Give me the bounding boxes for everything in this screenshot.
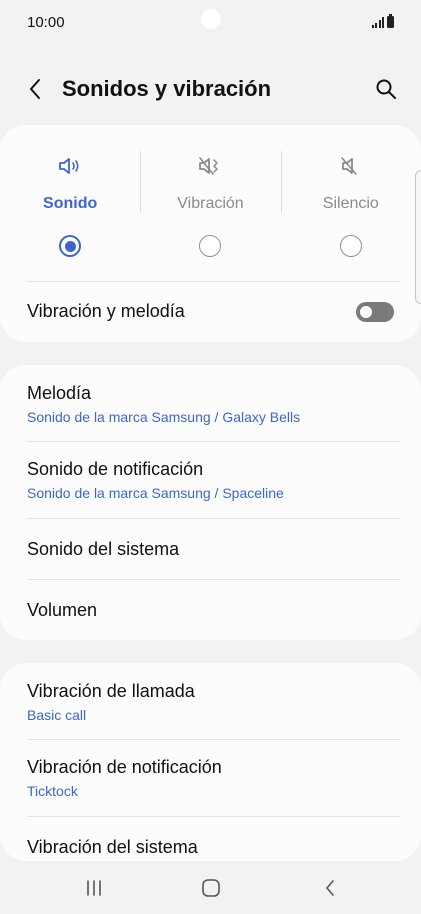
system-icons	[371, 14, 394, 28]
speaker-icon	[59, 158, 79, 174]
setting-title: Vibración de notificación	[27, 757, 222, 777]
setting-title: Melodía	[27, 383, 92, 403]
home-button[interactable]	[197, 876, 225, 900]
setting-subtitle: Basic call	[27, 707, 87, 723]
setting-subtitle: Sonido de la marca Samsung / Galaxy Bell…	[27, 409, 301, 425]
recent-apps-icon	[87, 880, 101, 896]
setting-subtitle: Sonido de la marca Samsung / Spaceline	[27, 485, 284, 501]
app-header: Sonidos y vibración	[0, 66, 421, 112]
signal-icon	[371, 17, 384, 28]
settings-item-ringtone[interactable]: Melodía Sonido de la marca Samsung / Gal…	[0, 365, 421, 441]
setting-title: Sonido de notificación	[27, 459, 204, 479]
setting-subtitle: Ticktock	[27, 783, 78, 799]
chevron-left-icon	[30, 79, 40, 99]
sound-mode-vibrate[interactable]: Vibración	[140, 151, 280, 261]
settings-item-system-vibration[interactable]: Vibración del sistema	[0, 817, 421, 861]
back-nav-button[interactable]	[316, 876, 344, 900]
search-button[interactable]	[373, 76, 399, 102]
scrollbar[interactable]	[415, 170, 421, 304]
search-icon	[376, 79, 396, 99]
front-camera-cutout	[201, 9, 221, 29]
sound-settings-card: Melodía Sonido de la marca Samsung / Gal…	[0, 365, 421, 640]
sound-mode-selector: Sonido Vibración Silencio	[0, 151, 421, 261]
vibrate-and-ring-toggle[interactable]	[356, 302, 394, 322]
setting-title: Sonido del sistema	[27, 539, 180, 559]
recent-apps-button[interactable]	[80, 876, 108, 900]
setting-title: Vibración de llamada	[27, 681, 195, 701]
sound-mode-card: Sonido Vibración Silencio Vibración y me…	[0, 125, 421, 342]
settings-item-system-sound[interactable]: Sonido del sistema	[0, 519, 421, 579]
settings-item-notification-sound[interactable]: Sonido de notificación Sonido de la marc…	[0, 442, 421, 518]
settings-item-volume[interactable]: Volumen	[0, 580, 421, 640]
sound-mode-sound[interactable]: Sonido	[0, 151, 140, 261]
page-title: Sonidos y vibración	[62, 76, 272, 101]
status-time: 10:00	[27, 14, 65, 31]
setting-title: Vibración y melodía	[27, 301, 185, 321]
status-bar: 10:00	[0, 0, 421, 46]
setting-title: Volumen	[27, 600, 98, 620]
settings-item-call-vibration[interactable]: Vibración de llamada Basic call	[0, 663, 421, 739]
sound-mode-radio[interactable]	[59, 235, 82, 257]
mode-divider	[281, 151, 282, 213]
vibrate-and-ring-row[interactable]: Vibración y melodía	[0, 282, 421, 342]
sound-mode-radio[interactable]	[339, 235, 362, 257]
sound-mode-label: Sonido	[43, 195, 98, 212]
back-button[interactable]	[22, 76, 48, 102]
sound-mode-label: Vibración	[177, 195, 244, 212]
sound-mode-radio[interactable]	[199, 235, 222, 257]
battery-icon	[387, 14, 394, 28]
mode-divider	[140, 151, 141, 213]
chevron-left-icon	[326, 880, 334, 896]
setting-title: Vibración del sistema	[27, 837, 198, 857]
sound-mode-label: Silencio	[322, 195, 379, 212]
sound-mode-silent[interactable]: Silencio	[281, 151, 421, 261]
vibrate-mute-icon	[199, 157, 219, 175]
navigation-bar	[0, 862, 421, 914]
home-icon	[202, 879, 220, 897]
mute-icon	[341, 157, 357, 175]
settings-item-notification-vibration[interactable]: Vibración de notificación Ticktock	[0, 740, 421, 816]
vibration-settings-card: Vibración de llamada Basic call Vibració…	[0, 663, 421, 861]
